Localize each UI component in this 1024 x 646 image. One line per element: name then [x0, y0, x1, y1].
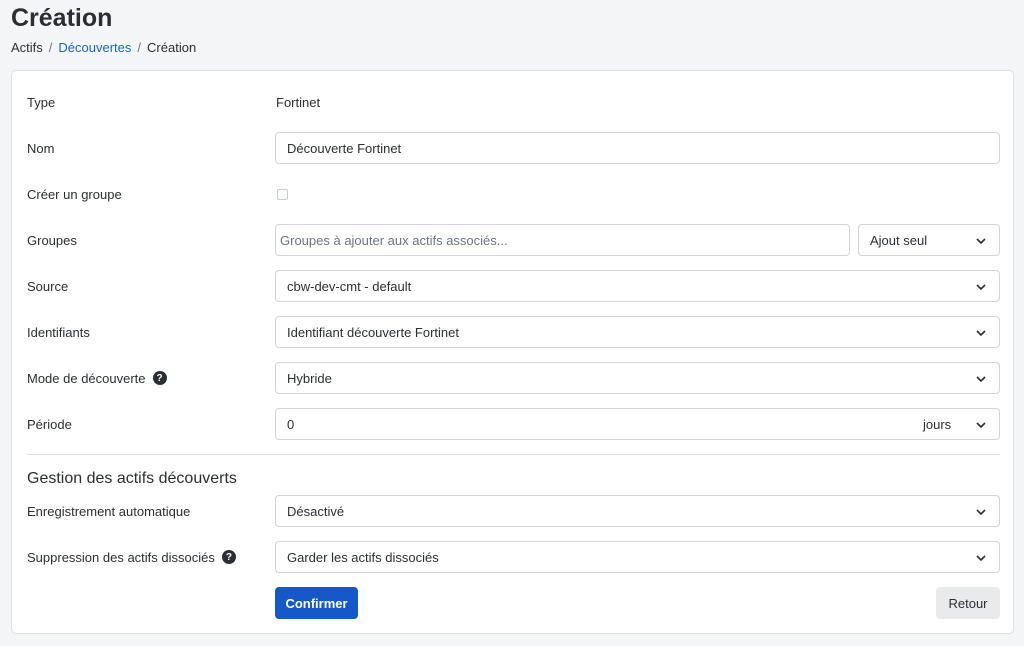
create-group-label: Créer un groupe [27, 186, 122, 202]
discovery-mode-row: Mode de découverte ? Hybride [12, 362, 1013, 394]
chevron-down-icon [976, 376, 986, 383]
section-divider [27, 454, 1000, 455]
back-button[interactable]: Retour [936, 587, 1000, 619]
breadcrumb: Actifs / Découvertes / Création [11, 40, 196, 55]
type-value: Fortinet [276, 94, 321, 110]
discovery-mode-label: Mode de découverte ? [27, 362, 167, 394]
auto-register-label: Enregistrement automatique [27, 503, 191, 519]
type-label: Type [27, 94, 56, 110]
groups-label: Groupes [27, 232, 77, 248]
groups-mode-select[interactable]: Ajout seul [858, 224, 1000, 256]
period-unit-value: jours [923, 416, 952, 432]
delete-dissociated-select[interactable]: Garder les actifs dissociés [275, 541, 1000, 573]
delete-dissociated-label: Suppression des actifs dissociés ? [27, 541, 236, 573]
credentials-value: Identifiant découverte Fortinet [287, 324, 459, 340]
period-value: 0 [287, 416, 295, 432]
confirm-button[interactable]: Confirmer [275, 587, 358, 619]
period-input[interactable]: 0 [275, 408, 913, 440]
delete-dissociated-row: Suppression des actifs dissociés ? Garde… [12, 541, 1013, 573]
section-title: Gestion des actifs découverts [27, 470, 237, 487]
breadcrumb-current: Création [147, 40, 197, 55]
chevron-down-icon [976, 238, 986, 245]
delete-dissociated-value: Garder les actifs dissociés [287, 549, 439, 565]
source-value: cbw-dev-cmt - default [287, 278, 412, 294]
chevron-down-icon [976, 509, 986, 516]
page-title: Création [11, 4, 113, 32]
create-group-checkbox[interactable] [277, 189, 288, 200]
chevron-down-icon [976, 422, 986, 429]
name-input[interactable]: Découverte Fortinet [275, 132, 1000, 164]
breadcrumb-link-decouvertes[interactable]: Découvertes [58, 40, 131, 55]
breadcrumb-root: Actifs [11, 40, 43, 55]
discovery-mode-select[interactable]: Hybride [275, 362, 1000, 394]
name-input-value: Découverte Fortinet [287, 140, 402, 156]
credentials-select[interactable]: Identifiant découverte Fortinet [275, 316, 1000, 348]
name-row: Nom Découverte Fortinet [12, 132, 1013, 164]
groups-row: Groupes Groupes à ajouter aux actifs ass… [12, 224, 1013, 256]
auto-register-select[interactable]: Désactivé [275, 495, 1000, 527]
create-group-row: Créer un groupe [12, 178, 1013, 210]
delete-dissociated-label-text: Suppression des actifs dissociés [27, 549, 215, 565]
discovery-mode-value: Hybride [287, 370, 332, 386]
groups-input-placeholder: Groupes à ajouter aux actifs associés... [280, 232, 508, 248]
auto-register-value: Désactivé [287, 503, 345, 519]
credentials-row: Identifiants Identifiant découverte Fort… [12, 316, 1013, 348]
discovery-mode-label-text: Mode de découverte [27, 370, 146, 386]
help-icon[interactable]: ? [152, 371, 167, 385]
source-label: Source [27, 278, 69, 294]
type-row: Type Fortinet [12, 86, 1013, 118]
auto-register-row: Enregistrement automatique Désactivé [12, 495, 1013, 527]
breadcrumb-separator: / [137, 40, 142, 55]
source-row: Source cbw-dev-cmt - default [12, 270, 1013, 302]
period-row: Période 0 jours [12, 408, 1013, 440]
period-label: Période [27, 416, 72, 432]
groups-mode-value: Ajout seul [870, 232, 928, 248]
name-label: Nom [27, 140, 55, 156]
chevron-down-icon [976, 555, 986, 562]
period-unit-select[interactable]: jours [912, 408, 1000, 440]
chevron-down-icon [976, 330, 986, 337]
help-icon[interactable]: ? [221, 550, 236, 564]
source-select[interactable]: cbw-dev-cmt - default [275, 270, 1000, 302]
form-card: Type Fortinet Nom Découverte Fortinet Cr… [11, 70, 1014, 634]
breadcrumb-separator: / [48, 40, 53, 55]
groups-input[interactable]: Groupes à ajouter aux actifs associés... [275, 224, 850, 256]
credentials-label: Identifiants [27, 324, 90, 340]
chevron-down-icon [976, 284, 986, 291]
